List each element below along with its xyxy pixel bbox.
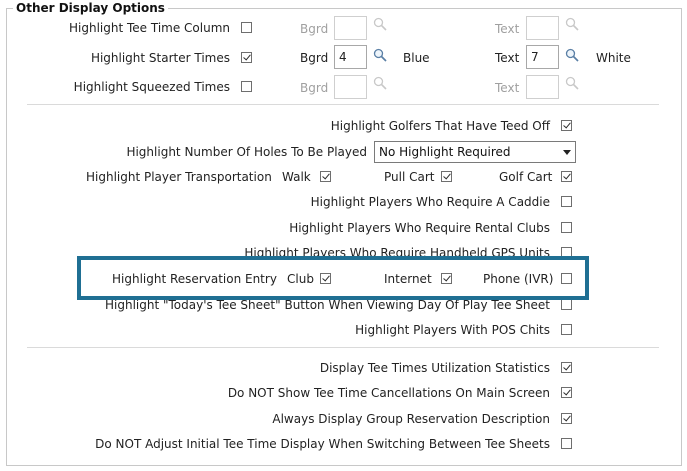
no-adjust-display-label: Do NOT Adjust Initial Tee Time Display W… <box>95 437 550 451</box>
starter-times-text-color-name: White <box>596 51 631 65</box>
utilization-stats-label: Display Tee Times Utilization Statistics <box>319 361 550 375</box>
rental-clubs-checkbox[interactable] <box>561 222 572 233</box>
transportation-walk-label: Walk <box>282 170 311 184</box>
group-description-checkbox[interactable] <box>561 413 572 424</box>
starter-times-label: Highlight Starter Times <box>90 51 230 65</box>
transportation-golf-cart-checkbox[interactable] <box>561 171 572 182</box>
no-adjust-display-checkbox[interactable] <box>561 438 572 449</box>
pos-chits-label: Highlight Players With POS Chits <box>355 323 550 337</box>
reservation-entry-phone-label: Phone (IVR) <box>483 272 554 286</box>
transportation-walk-checkbox[interactable] <box>320 171 331 182</box>
golfers-teed-off-checkbox[interactable] <box>561 120 572 131</box>
separator-2 <box>27 347 659 348</box>
no-cancellations-label: Do NOT Show Tee Time Cancellations On Ma… <box>227 386 550 400</box>
tee-time-column-label: Highlight Tee Time Column <box>69 21 230 35</box>
squeezed-times-bgrd-label: Bgrd <box>300 81 329 95</box>
starter-times-text-search-icon[interactable] <box>565 48 579 62</box>
no-cancellations-checkbox[interactable] <box>561 387 572 398</box>
caddie-checkbox[interactable] <box>561 196 572 207</box>
transportation-pull-cart-checkbox[interactable] <box>441 171 452 182</box>
starter-times-text-label: Text <box>495 51 520 65</box>
holes-to-play-selected-value: No Highlight Required <box>379 145 511 159</box>
reservation-entry-internet-checkbox[interactable] <box>441 273 452 284</box>
reservation-entry-club-checkbox[interactable] <box>320 273 331 284</box>
squeezed-times-text-input[interactable] <box>526 75 559 99</box>
squeezed-times-bgrd-search-icon[interactable] <box>373 76 387 90</box>
caddie-label: Highlight Players Who Require A Caddie <box>310 195 550 209</box>
group-description-label: Always Display Group Reservation Descrip… <box>272 412 550 426</box>
transportation-label: Highlight Player Transportation <box>86 170 272 184</box>
starter-times-bgrd-label: Bgrd <box>300 51 329 65</box>
tee-time-column-text-search-icon[interactable] <box>565 17 579 31</box>
squeezed-times-bgrd-input[interactable] <box>334 75 367 99</box>
section-title: Other Display Options <box>13 1 168 15</box>
todays-tee-sheet-checkbox[interactable] <box>561 299 572 310</box>
tee-time-column-bgrd-label: Bgrd <box>300 22 329 36</box>
squeezed-times-text-search-icon[interactable] <box>565 76 579 90</box>
reservation-entry-internet-label: Internet <box>384 272 432 286</box>
todays-tee-sheet-label: Highlight "Today's Tee Sheet" Button Whe… <box>104 298 550 312</box>
starter-times-text-input[interactable]: 7 <box>526 45 559 69</box>
reservation-entry-club-label: Club <box>287 272 314 286</box>
starter-times-checkbox[interactable] <box>241 52 252 63</box>
pos-chits-checkbox[interactable] <box>561 324 572 335</box>
holes-to-play-select[interactable]: No Highlight Required <box>374 141 576 163</box>
starter-times-bgrd-input[interactable]: 4 <box>334 45 367 69</box>
rental-clubs-label: Highlight Players Who Require Rental Clu… <box>289 221 550 235</box>
reservation-entry-label: Highlight Reservation Entry <box>112 272 277 286</box>
squeezed-times-text-label: Text <box>495 81 520 95</box>
squeezed-times-checkbox[interactable] <box>241 81 252 92</box>
transportation-pull-cart-label: Pull Cart <box>384 170 435 184</box>
tee-time-column-checkbox[interactable] <box>241 22 252 33</box>
transportation-golf-cart-label: Golf Cart <box>499 170 553 184</box>
separator-1 <box>27 104 659 105</box>
reservation-entry-phone-checkbox[interactable] <box>561 273 572 284</box>
squeezed-times-label: Highlight Squeezed Times <box>73 80 230 94</box>
chevron-down-icon <box>563 150 571 155</box>
tee-time-column-text-label: Text <box>495 22 520 36</box>
utilization-stats-checkbox[interactable] <box>561 362 572 373</box>
tee-time-column-bgrd-input[interactable] <box>334 16 367 40</box>
tee-time-column-bgrd-search-icon[interactable] <box>373 17 387 31</box>
starter-times-bgrd-color-name: Blue <box>403 51 430 65</box>
holes-to-play-label: Highlight Number Of Holes To Be Played <box>126 145 367 159</box>
golfers-teed-off-label: Highlight Golfers That Have Teed Off <box>330 119 550 133</box>
starter-times-bgrd-search-icon[interactable] <box>373 48 387 62</box>
tee-time-column-text-input[interactable] <box>526 16 559 40</box>
